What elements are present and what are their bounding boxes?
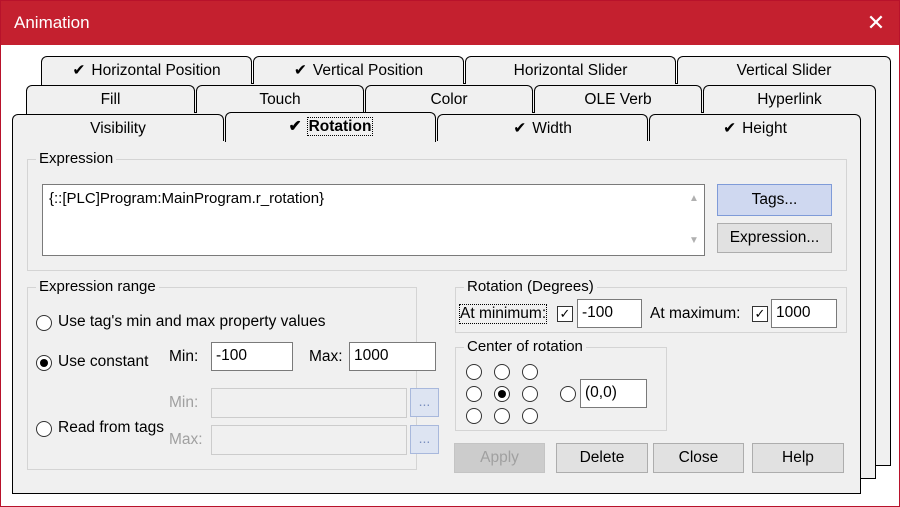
radio-use-constant[interactable] — [36, 355, 52, 371]
tab-label: OLE Verb — [584, 91, 652, 108]
tab-label: Fill — [100, 91, 121, 108]
tab-label: Vertical Slider — [736, 62, 832, 79]
min-label: Min: — [169, 348, 199, 365]
apply-button[interactable]: Apply — [454, 443, 545, 473]
tab-vertical-slider[interactable]: Vertical Slider — [677, 56, 891, 84]
radio-tag-minmax[interactable] — [36, 315, 52, 331]
tab-ole-verb[interactable]: OLE Verb — [534, 85, 702, 113]
tab-label: Vertical Position — [312, 62, 424, 79]
radio-read-from-tags[interactable] — [36, 421, 52, 437]
tab-label: Rotation — [306, 117, 374, 136]
tab-label: Color — [430, 91, 468, 108]
browse-max-button[interactable]: ... — [410, 425, 439, 454]
window-title: Animation — [14, 13, 90, 32]
rotation-panel: Expression {::[PLC]Program:MainProgram.r… — [12, 141, 861, 494]
tags-button[interactable]: Tags... — [717, 184, 832, 216]
checkmark-icon: ✔ — [288, 118, 302, 135]
tab-visibility[interactable]: Visibility — [12, 114, 224, 142]
radio-read-from-tags-label: Read from tags — [58, 419, 164, 436]
center-radio-custom[interactable] — [560, 386, 576, 402]
max-input[interactable]: 1000 — [349, 342, 436, 371]
center-radio-top-right[interactable] — [522, 364, 538, 380]
tab-horizontal-slider[interactable]: Horizontal Slider — [465, 56, 676, 84]
tags-max-input — [211, 425, 407, 455]
radio-tag-minmax-label: Use tag's min and max property values — [58, 313, 326, 330]
help-button[interactable]: Help — [752, 443, 844, 473]
expression-range-group: Expression range Use tag's min and max p… — [27, 278, 439, 470]
center-radio-bottom-right[interactable] — [522, 408, 538, 424]
scroll-down-icon[interactable]: ▼ — [686, 233, 702, 249]
checkmark-icon: ✔ — [293, 62, 307, 79]
tab-label: Visibility — [90, 120, 146, 137]
checkmark-icon: ✔ — [723, 120, 737, 137]
tab-fill[interactable]: Fill — [26, 85, 195, 113]
at-maximum-label: At maximum: — [650, 305, 741, 322]
radio-use-constant-label: Use constant — [58, 353, 149, 370]
at-minimum-label: At minimum: — [458, 304, 548, 324]
animation-dialog: Animation ✕ ✔ Horizontal Position ✔ Vertic… — [0, 0, 900, 507]
expression-range-label: Expression range — [36, 278, 159, 295]
tab-label: Horizontal Position — [91, 62, 221, 79]
tab-touch[interactable]: Touch — [196, 85, 364, 113]
tab-rotation[interactable]: ✔ Rotation — [225, 112, 436, 142]
tab-label: Width — [532, 120, 572, 137]
tab-label: Height — [742, 120, 787, 137]
tab-label: Touch — [259, 91, 301, 108]
center-of-rotation-group: Center of rotation (0,0) — [455, 338, 667, 431]
tags-max-label: Max: — [169, 431, 203, 448]
checkmark-icon: ✔ — [72, 62, 86, 79]
min-input[interactable]: -100 — [211, 342, 293, 371]
expression-group: Expression {::[PLC]Program:MainProgram.r… — [27, 150, 847, 271]
expression-text: {::[PLC]Program:MainProgram.r_rotation} — [49, 190, 325, 207]
tab-color[interactable]: Color — [365, 85, 533, 113]
center-radio-top[interactable] — [494, 364, 510, 380]
tags-min-label: Min: — [169, 394, 199, 411]
close-button[interactable]: Close — [653, 443, 744, 473]
center-radio-bottom-left[interactable] — [466, 408, 482, 424]
max-label: Max: — [309, 348, 343, 365]
rotation-degrees-group: Rotation (Degrees) At minimum: ✓ -100 At… — [455, 278, 847, 333]
at-maximum-checkbox[interactable]: ✓ — [752, 306, 768, 322]
close-icon[interactable]: ✕ — [853, 1, 899, 45]
expression-group-label: Expression — [36, 150, 117, 167]
tab-label: Hyperlink — [757, 91, 822, 108]
at-minimum-input[interactable]: -100 — [577, 299, 642, 328]
center-radio-top-left[interactable] — [466, 364, 482, 380]
at-maximum-input[interactable]: 1000 — [771, 299, 837, 328]
tab-hyperlink[interactable]: Hyperlink — [703, 85, 876, 113]
delete-button[interactable]: Delete — [556, 443, 648, 473]
scroll-up-icon[interactable]: ▲ — [686, 191, 702, 207]
center-of-rotation-label: Center of rotation — [464, 338, 586, 355]
center-radio-left[interactable] — [466, 386, 482, 402]
tab-label: Horizontal Slider — [513, 62, 628, 79]
center-radio-center[interactable] — [494, 386, 510, 402]
center-radio-right[interactable] — [522, 386, 538, 402]
tab-height[interactable]: ✔ Height — [649, 114, 861, 142]
center-radio-bottom[interactable] — [494, 408, 510, 424]
tags-min-input — [211, 388, 407, 418]
checkmark-icon: ✔ — [513, 120, 527, 137]
center-custom-input[interactable]: (0,0) — [580, 379, 647, 408]
tab-vertical-position[interactable]: ✔ Vertical Position — [253, 56, 464, 84]
tab-horizontal-position[interactable]: ✔ Horizontal Position — [41, 56, 252, 84]
rotation-degrees-label: Rotation (Degrees) — [464, 278, 597, 295]
expression-button[interactable]: Expression... — [717, 223, 832, 253]
title-bar: Animation ✕ — [1, 1, 899, 45]
browse-min-button[interactable]: ... — [410, 388, 439, 417]
at-minimum-checkbox[interactable]: ✓ — [557, 306, 573, 322]
tab-width[interactable]: ✔ Width — [437, 114, 648, 142]
expression-textbox[interactable]: {::[PLC]Program:MainProgram.r_rotation} … — [42, 184, 705, 256]
